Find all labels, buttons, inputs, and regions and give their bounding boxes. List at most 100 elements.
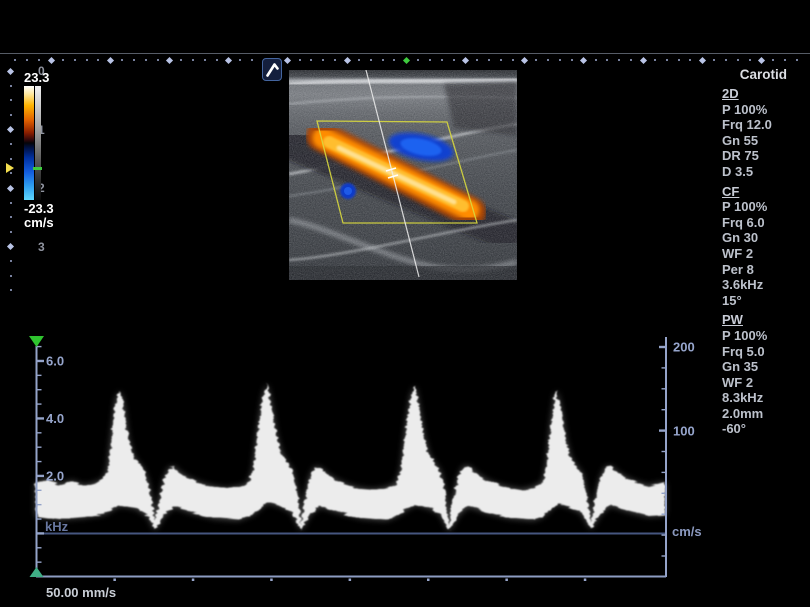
- ruler-tick: [97, 59, 100, 61]
- ruler-diamond: [165, 56, 173, 64]
- param-line: 15°: [722, 292, 742, 308]
- ruler-diamond: [698, 56, 706, 64]
- spectral-waveform-trace: [36, 384, 665, 531]
- exam-preset-title: Carotid: [739, 67, 787, 82]
- section-header-2d: 2D: [722, 86, 739, 101]
- time-axis-tick: [348, 578, 352, 581]
- param-line: D 3.5: [722, 163, 754, 179]
- param-line: Frq 12.0: [722, 117, 772, 133]
- spectral-top-marker[interactable]: [29, 336, 44, 347]
- param-line: Gn 35: [722, 359, 759, 375]
- right-axis-tick-label: 200: [673, 340, 695, 355]
- param-line: Gn 55: [722, 132, 759, 148]
- ruler-tick: [144, 59, 147, 61]
- ruler-tick: [689, 59, 692, 61]
- param-line: 2.0mm: [722, 405, 764, 421]
- param-line: -60°: [722, 421, 746, 437]
- param-line: DR 75: [722, 148, 759, 164]
- ruler-tick: [440, 59, 443, 61]
- color-scale-unit-label: cm/s: [24, 215, 54, 230]
- param-line: Gn 30: [722, 230, 759, 246]
- ruler-tick: [381, 59, 384, 61]
- orientation-arrow-icon: [266, 63, 279, 77]
- ruler-tick: [547, 59, 550, 61]
- param-line: WF 2: [722, 374, 754, 390]
- ruler-tick: [606, 59, 609, 61]
- ruler-diamond: [225, 56, 233, 64]
- ruler-tick: [132, 59, 135, 61]
- gray-map-marker: [33, 167, 42, 170]
- ruler-diamond: [106, 56, 114, 64]
- depth-ruler-tick: [9, 84, 12, 87]
- ruler-tick: [618, 59, 621, 61]
- ruler-tick: [665, 59, 668, 61]
- right-axis-unit-label: cm/s: [672, 524, 702, 539]
- ruler-diamond: [343, 56, 351, 64]
- ruler-tick: [322, 59, 325, 61]
- beam-position-marker[interactable]: [402, 56, 410, 64]
- panel-section-pw: PW P 100% Frq 5.0 Gn 35 WF 2 8.3kHz 2.0mm -60°: [722, 312, 772, 437]
- ruler-tick: [239, 59, 242, 61]
- param-line: 3.6kHz: [722, 277, 764, 293]
- panel-section-2d: 2D P 100% Frq 12.0 Gn 55 DR 75 D 3.5: [722, 86, 772, 180]
- ruler-tick: [192, 59, 195, 61]
- ruler-tick: [203, 59, 206, 61]
- param-line: P 100%: [722, 199, 768, 215]
- focus-marker-arrow[interactable]: [6, 163, 14, 173]
- ruler-diamond: [580, 56, 588, 64]
- right-axis-tick-label: 100: [673, 424, 695, 439]
- ruler-tick: [61, 59, 64, 61]
- depth-ruler-diamond: [6, 242, 15, 251]
- ruler-tick: [488, 59, 491, 61]
- param-line: Frq 5.0: [722, 343, 765, 359]
- ruler-tick: [357, 59, 360, 61]
- ruler-tick: [85, 59, 88, 61]
- orientation-marker-icon[interactable]: [262, 58, 282, 81]
- section-header-cf: CF: [722, 183, 740, 199]
- ruler-tick: [511, 59, 514, 61]
- panel-section-cf: CF P 100% Frq 6.0 Gn 30 WF 2 Per 8 3.6kHz 15°: [722, 184, 772, 309]
- ruler-tick: [677, 59, 680, 61]
- time-axis-tick: [505, 578, 508, 581]
- time-axis-tick: [427, 578, 430, 581]
- time-axis-tick: [191, 578, 195, 581]
- depth-ruler-diamond: [6, 125, 15, 134]
- ruler-tick: [535, 59, 538, 61]
- ruler-tick: [653, 59, 656, 61]
- spectral-bottom-marker[interactable]: [29, 567, 44, 577]
- ruler-tick: [724, 59, 727, 61]
- depth-ruler-tick: [9, 274, 12, 277]
- ruler-tick: [630, 59, 633, 61]
- depth-ruler-tick: [9, 201, 12, 204]
- ruler-tick: [310, 59, 313, 61]
- ruler-tick: [428, 59, 431, 61]
- ruler-tick: [73, 59, 76, 61]
- ruler-tick: [499, 59, 502, 61]
- ruler-tick: [215, 59, 218, 61]
- ruler-tick: [736, 59, 739, 61]
- ruler-tick: [251, 59, 254, 61]
- depth-ruler-tick: [9, 260, 12, 263]
- color-scale-max-label: 23.3: [24, 70, 50, 85]
- ruler-tick: [334, 59, 337, 61]
- sweep-speed-label: 50.00 mm/s: [46, 585, 117, 600]
- ruler-tick: [784, 59, 787, 61]
- ruler-diamond: [47, 56, 55, 64]
- color-flow-scale-bar: [24, 86, 34, 200]
- ruler-tick: [748, 59, 751, 61]
- param-line: Frq 6.0: [722, 214, 765, 230]
- ruler-tick: [38, 59, 41, 61]
- ruler-tick: [476, 59, 479, 61]
- time-axis-tick: [583, 578, 587, 581]
- ruler-diamond: [521, 56, 529, 64]
- ruler-diamond: [639, 56, 647, 64]
- depth-ruler-tick: [9, 289, 12, 292]
- depth-ruler-tick: [9, 143, 12, 146]
- param-line: P 100%: [722, 101, 768, 117]
- param-line: P 100%: [722, 327, 768, 343]
- small-vessel-core: [344, 187, 352, 195]
- left-axis-tick-label: 2.0: [46, 469, 64, 484]
- ruler-tick: [14, 59, 17, 61]
- spectral-axes: 6.0 4.0 2.0 kHz 200 100 cm/s: [29, 336, 702, 581]
- depth-ruler-tick: [9, 230, 12, 233]
